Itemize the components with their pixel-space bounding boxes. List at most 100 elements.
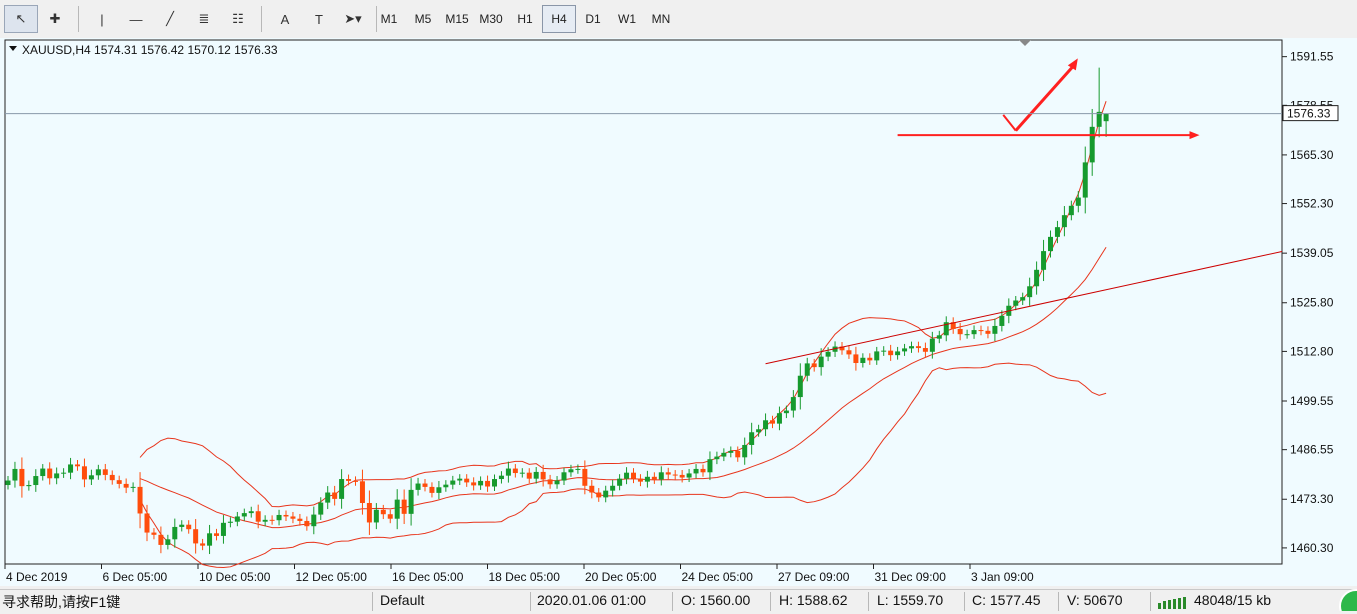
candle-body: [276, 514, 282, 521]
candle-body: [248, 511, 254, 514]
candle-body: [867, 357, 873, 361]
equidistant-channel-tool-button[interactable]: ≣: [187, 5, 221, 33]
arrows-tool-button[interactable]: ➤▾: [336, 5, 370, 33]
toolbar: ↖ ✚ | — ╱ ≣ ☷ A T ➤▾ M1 M5 M15 M30 H1 H4 D1 W1 MN: [0, 0, 1357, 39]
drawing-tools-group: ↖ ✚ | — ╱ ≣ ☷ A T ➤▾: [4, 4, 383, 34]
candle-body: [200, 543, 206, 546]
time-tick-label: 6 Dec 05:00: [103, 570, 168, 584]
candle-body: [464, 478, 470, 483]
cursor-icon: ↖: [15, 11, 27, 26]
candle-body: [554, 480, 560, 485]
trendline-icon: ╱: [166, 11, 174, 26]
timeframe-h4-button[interactable]: H4: [542, 5, 576, 33]
candle-body: [165, 539, 171, 545]
chart-window[interactable]: 1591.551578.551565.301552.301539.051525.…: [0, 38, 1357, 586]
crosshair-tool-button[interactable]: ✚: [38, 5, 72, 33]
candle-body: [1034, 269, 1040, 287]
price-axis[interactable]: 1591.551578.551565.301552.301539.051525.…: [1282, 50, 1334, 555]
candle-body: [401, 499, 407, 514]
candle-body: [888, 350, 894, 356]
candle-body: [498, 475, 504, 480]
candle-body: [33, 476, 39, 486]
plot-area[interactable]: [4, 39, 1283, 565]
candle-body: [909, 346, 914, 349]
price-tick-label: 1552.30: [1290, 197, 1334, 211]
candle-body: [19, 468, 25, 487]
fibonacci-tool-button[interactable]: ☷: [221, 5, 255, 33]
candle-body: [478, 480, 484, 486]
candle-body: [742, 444, 748, 458]
candle-body: [1041, 251, 1047, 270]
candle-body: [492, 479, 497, 487]
candle-body: [881, 350, 887, 352]
status-high: H: 1588.62: [779, 592, 848, 608]
candle-body: [429, 486, 435, 493]
candle-body: [366, 502, 372, 523]
text-label-tool-button[interactable]: T: [302, 5, 336, 33]
candle-body: [978, 330, 984, 332]
time-axis[interactable]: 4 Dec 2019 6 Dec 05:00 10 Dec 05:00 12 Dec …: [4, 564, 1034, 584]
timeframe-m5-button[interactable]: M5: [406, 5, 440, 33]
price-tick-label: 1473.30: [1290, 492, 1334, 506]
candle-body: [40, 468, 46, 477]
candle-body: [130, 486, 136, 488]
time-tick-label: 16 Dec 05:00: [392, 570, 464, 584]
candle-body: [1075, 197, 1081, 206]
candle-body: [297, 518, 303, 521]
candle-body: [387, 514, 393, 519]
timeframe-m15-button[interactable]: M15: [440, 5, 474, 33]
candle-body: [957, 328, 963, 335]
text-tool-button[interactable]: A: [268, 5, 302, 33]
status-volume: V: 50670: [1067, 592, 1123, 608]
timeframe-m1-button[interactable]: M1: [372, 5, 406, 33]
status-low: L: 1559.70: [877, 592, 944, 608]
trendline-tool-button[interactable]: ╱: [153, 5, 187, 33]
crosshair-icon: ✚: [49, 11, 61, 26]
arrows-icon: ➤▾: [344, 11, 362, 26]
candle-body: [686, 473, 692, 478]
price-chart[interactable]: 1591.551578.551565.301552.301539.051525.…: [0, 38, 1357, 586]
profile-name[interactable]: Default: [380, 592, 424, 611]
candle-body: [1068, 205, 1074, 216]
text-label-icon: T: [315, 11, 323, 27]
candle-body: [422, 483, 428, 487]
candle-body: [915, 346, 921, 349]
candle-body: [575, 468, 581, 470]
time-tick-label: 10 Dec 05:00: [199, 570, 271, 584]
candle-body: [262, 519, 268, 522]
chart-header-text: XAUUSD,H4 1574.31 1576.42 1570.12 1576.3…: [22, 43, 278, 57]
candle-body: [1103, 113, 1109, 122]
timeframe-m30-button[interactable]: M30: [474, 5, 508, 33]
timeframe-d1-button[interactable]: D1: [576, 5, 610, 33]
candle-body: [519, 472, 525, 474]
candle-body: [512, 468, 518, 474]
candle-body: [763, 420, 769, 430]
candle-body: [193, 529, 199, 544]
candle-body: [505, 468, 511, 476]
network-indicator-icon: [1338, 588, 1357, 614]
vertical-line-tool-button[interactable]: |: [85, 5, 119, 33]
timeframe-w1-button[interactable]: W1: [610, 5, 644, 33]
candle-body: [770, 420, 775, 424]
candle-body: [283, 514, 289, 517]
candle-body: [5, 480, 11, 486]
timeframe-mn-button[interactable]: MN: [644, 5, 678, 33]
candle-body: [102, 469, 108, 475]
candle-body: [644, 476, 650, 482]
candle-body: [325, 492, 331, 503]
candle-body: [95, 469, 101, 476]
candle-body: [596, 492, 602, 498]
horizontal-line-tool-button[interactable]: —: [119, 5, 153, 33]
candle-body: [220, 522, 226, 536]
vertical-line-icon: |: [100, 11, 104, 27]
candle-body: [109, 474, 115, 481]
cursor-tool-button[interactable]: ↖: [4, 5, 38, 33]
candle-body: [985, 330, 991, 334]
candle-body: [825, 351, 831, 357]
timeframe-h1-button[interactable]: H1: [508, 5, 542, 33]
candle-body: [380, 509, 386, 515]
fibonacci-icon: ☷: [232, 11, 244, 26]
candle-body: [999, 315, 1005, 326]
time-tick-label: 4 Dec 2019: [6, 570, 68, 584]
candle-body: [658, 472, 664, 480]
